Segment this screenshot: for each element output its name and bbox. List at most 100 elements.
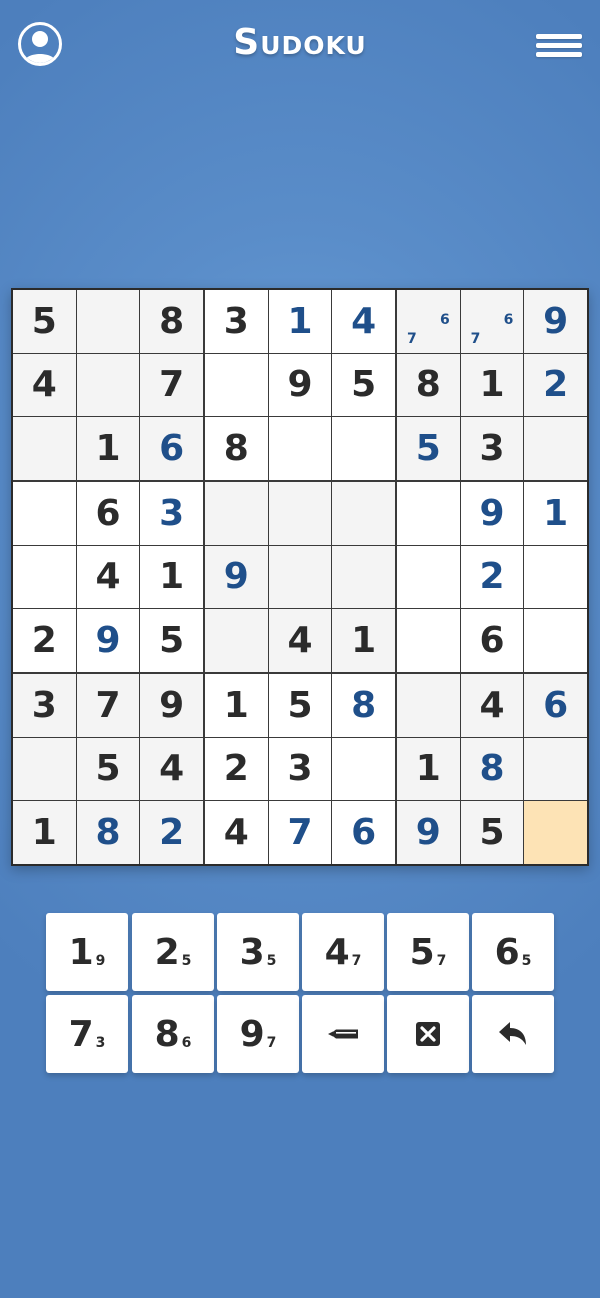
cell-r6-c4[interactable]	[205, 609, 268, 672]
cell-r1-c5[interactable]: 1	[268, 290, 332, 353]
cell-r2-c2[interactable]	[76, 353, 140, 417]
cell-r1-c6[interactable]: 4	[332, 290, 395, 353]
cell-r7-c4[interactable]: 1	[205, 674, 268, 737]
cell-r8-c5[interactable]: 3	[268, 737, 332, 801]
cell-r4-c7[interactable]	[397, 482, 460, 545]
cell-r6-c3[interactable]: 5	[140, 609, 203, 672]
cell-r3-c5[interactable]	[268, 417, 332, 480]
cell-r3-c6[interactable]	[332, 417, 395, 480]
undo-button[interactable]	[472, 995, 554, 1073]
cell-r1-c9[interactable]: 9	[524, 290, 587, 353]
cell-r3-c1[interactable]	[13, 417, 76, 480]
digit-key-3[interactable]: 35	[217, 913, 299, 991]
erase-button[interactable]	[387, 995, 469, 1073]
cell-r2-c6[interactable]: 5	[332, 353, 395, 417]
cell-r8-c7[interactable]: 1	[397, 737, 460, 801]
cell-r1-c4[interactable]: 3	[205, 290, 268, 353]
cell-r3-c4[interactable]: 8	[205, 417, 268, 480]
cell-r6-c1[interactable]: 2	[13, 609, 76, 672]
cell-r6-c8[interactable]: 6	[460, 609, 524, 672]
cell-r4-c2[interactable]: 6	[76, 482, 140, 545]
cell-r3-c3[interactable]: 6	[140, 417, 203, 480]
cell-r6-c7[interactable]	[397, 609, 460, 672]
cell-r6-c9[interactable]	[524, 609, 587, 672]
cell-r1-c8[interactable]: 76	[460, 290, 524, 353]
number-keypad: 192535475765738697	[46, 913, 554, 1075]
cell-r7-c6[interactable]: 8	[332, 674, 395, 737]
cell-r5-c1[interactable]	[13, 545, 76, 609]
cell-r7-c2[interactable]: 7	[76, 674, 140, 737]
cell-r3-c2[interactable]: 1	[76, 417, 140, 480]
cell-r8-c4[interactable]: 2	[205, 737, 268, 801]
cell-r7-c3[interactable]: 9	[140, 674, 203, 737]
cell-r4-c5[interactable]	[268, 482, 332, 545]
digit-key-7[interactable]: 73	[46, 995, 128, 1073]
cell-r5-c8[interactable]: 2	[460, 545, 524, 609]
cell-r9-c6[interactable]: 6	[332, 801, 395, 864]
digit-key-2[interactable]: 25	[132, 913, 214, 991]
cell-r2-c5[interactable]: 9	[268, 353, 332, 417]
cell-r4-c3[interactable]: 3	[140, 482, 203, 545]
cell-r6-c6[interactable]: 1	[332, 609, 395, 672]
cell-r1-c2[interactable]	[76, 290, 140, 353]
cell-digit: 1	[351, 620, 377, 662]
cell-r4-c9[interactable]: 1	[524, 482, 587, 545]
cell-r5-c3[interactable]: 1	[140, 545, 203, 609]
cell-r9-c3[interactable]: 2	[140, 801, 203, 864]
digit-key-5[interactable]: 57	[387, 913, 469, 991]
digit-key-4[interactable]: 47	[302, 913, 384, 991]
cell-r4-c1[interactable]	[13, 482, 76, 545]
cell-r4-c8[interactable]: 9	[460, 482, 524, 545]
key-remaining-count: 5	[521, 953, 532, 969]
cell-r5-c7[interactable]	[397, 545, 460, 609]
cell-r1-c7[interactable]: 76	[397, 290, 460, 353]
cell-r2-c8[interactable]: 1	[460, 353, 524, 417]
cell-r2-c3[interactable]: 7	[140, 353, 203, 417]
cell-r7-c1[interactable]: 3	[13, 674, 76, 737]
menu-button[interactable]	[536, 34, 584, 60]
cell-r5-c5[interactable]	[268, 545, 332, 609]
cell-r5-c9[interactable]	[524, 545, 587, 609]
notes-button[interactable]	[302, 995, 384, 1073]
cell-r7-c9[interactable]: 6	[524, 674, 587, 737]
cell-r3-c9[interactable]	[524, 417, 587, 480]
cell-r5-c6[interactable]	[332, 545, 395, 609]
cell-r4-c6[interactable]	[332, 482, 395, 545]
cell-r8-c1[interactable]	[13, 737, 76, 801]
cell-r5-c4[interactable]: 9	[205, 545, 268, 609]
cell-r9-c5[interactable]: 7	[268, 801, 332, 864]
digit-key-8[interactable]: 86	[132, 995, 214, 1073]
cell-r5-c2[interactable]: 4	[76, 545, 140, 609]
cell-r8-c9[interactable]	[524, 737, 587, 801]
cell-r9-c8[interactable]: 5	[460, 801, 524, 864]
cell-r7-c8[interactable]: 4	[460, 674, 524, 737]
key-remaining-count: 7	[351, 953, 362, 969]
cell-r9-c9[interactable]	[524, 801, 587, 864]
sudoku-board: 5831476769479581216853639141922954163791…	[11, 288, 589, 866]
key-digit: 9	[239, 1013, 265, 1055]
digit-key-6[interactable]: 65	[472, 913, 554, 991]
cell-r4-c4[interactable]	[205, 482, 268, 545]
cell-r6-c2[interactable]: 9	[76, 609, 140, 672]
cell-r3-c7[interactable]: 5	[397, 417, 460, 480]
digit-key-1[interactable]: 19	[46, 913, 128, 991]
cell-r8-c6[interactable]	[332, 737, 395, 801]
digit-key-9[interactable]: 97	[217, 995, 299, 1073]
cell-r7-c7[interactable]	[397, 674, 460, 737]
cell-r2-c4[interactable]	[205, 353, 268, 417]
cell-r9-c7[interactable]: 9	[397, 801, 460, 864]
cell-r9-c2[interactable]: 8	[76, 801, 140, 864]
cell-r8-c8[interactable]: 8	[460, 737, 524, 801]
cell-r8-c2[interactable]: 5	[76, 737, 140, 801]
cell-r2-c7[interactable]: 8	[397, 353, 460, 417]
cell-r2-c9[interactable]: 2	[524, 353, 587, 417]
cell-r1-c3[interactable]: 8	[140, 290, 203, 353]
cell-r1-c1[interactable]: 5	[13, 290, 76, 353]
cell-r9-c4[interactable]: 4	[205, 801, 268, 864]
cell-r2-c1[interactable]: 4	[13, 353, 76, 417]
cell-r9-c1[interactable]: 1	[13, 801, 76, 864]
cell-r7-c5[interactable]: 5	[268, 674, 332, 737]
cell-r8-c3[interactable]: 4	[140, 737, 203, 801]
cell-r3-c8[interactable]: 3	[460, 417, 524, 480]
cell-r6-c5[interactable]: 4	[268, 609, 332, 672]
